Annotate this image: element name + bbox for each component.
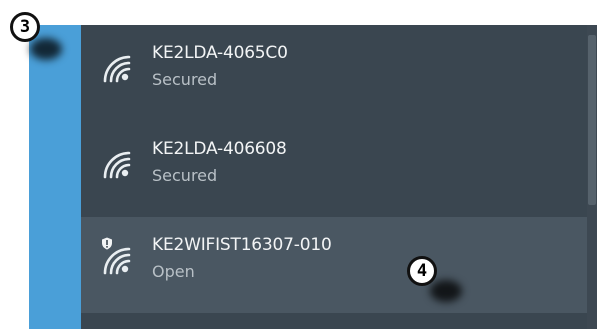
network-list[interactable]: KE2LDA-4065C0 Secured KE2LDA-406608 Secu…	[81, 25, 597, 329]
callout-shadow	[30, 38, 62, 60]
network-status: Open	[152, 262, 195, 281]
network-ssid: KE2LDA-4065C0	[152, 43, 288, 63]
network-item[interactable]: KE2LDA-4065C0 Secured	[81, 25, 587, 121]
wifi-signal-icon	[103, 55, 131, 83]
callout-badge-3: 3	[10, 12, 40, 42]
callout-badge-4: 4	[407, 256, 437, 286]
network-status: Secured	[152, 166, 218, 185]
list-bottom-edge	[81, 313, 587, 329]
network-status: Secured	[152, 70, 218, 89]
callout-shadow	[430, 280, 462, 302]
start-accent-strip	[29, 25, 81, 329]
wifi-signal-icon	[103, 151, 131, 179]
network-ssid: KE2WIFIST16307-010	[152, 235, 332, 255]
network-ssid: KE2LDA-406608	[152, 139, 287, 159]
wifi-signal-icon	[103, 247, 131, 275]
network-item-open[interactable]: KE2WIFIST16307-010 Open	[81, 217, 587, 313]
scrollbar[interactable]	[587, 25, 597, 329]
scrollbar-thumb[interactable]	[588, 35, 596, 205]
network-item[interactable]: KE2LDA-406608 Secured	[81, 121, 587, 217]
wifi-flyout: KE2LDA-4065C0 Secured KE2LDA-406608 Secu…	[29, 25, 597, 329]
